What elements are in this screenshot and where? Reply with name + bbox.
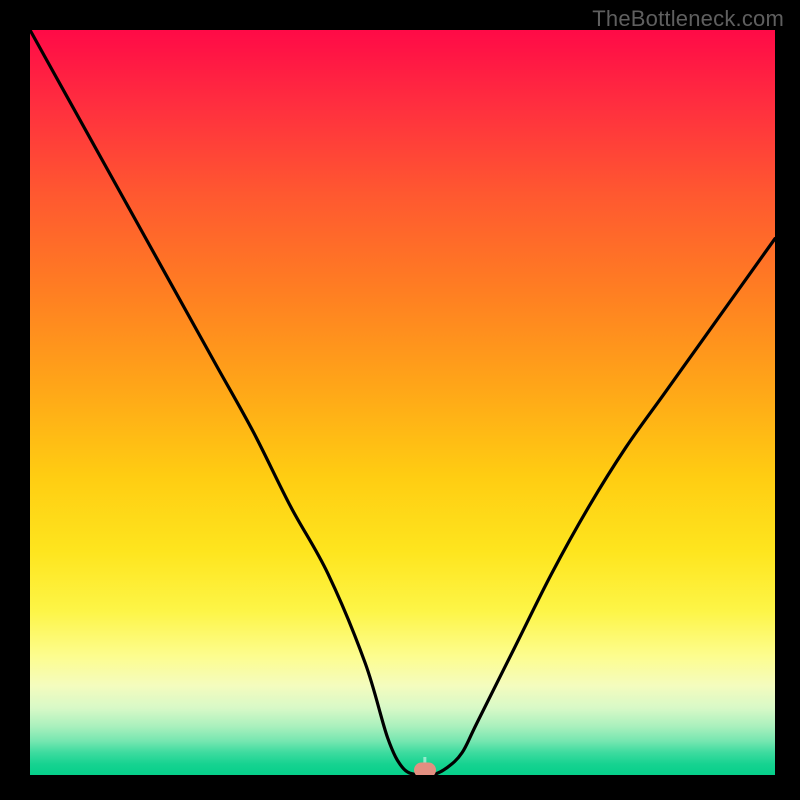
watermark-text: TheBottleneck.com (592, 6, 784, 32)
optimum-marker (414, 763, 436, 776)
bottleneck-curve (30, 30, 775, 775)
curve-svg (30, 30, 775, 775)
plot-area (30, 30, 775, 775)
chart-frame: TheBottleneck.com (0, 0, 800, 800)
